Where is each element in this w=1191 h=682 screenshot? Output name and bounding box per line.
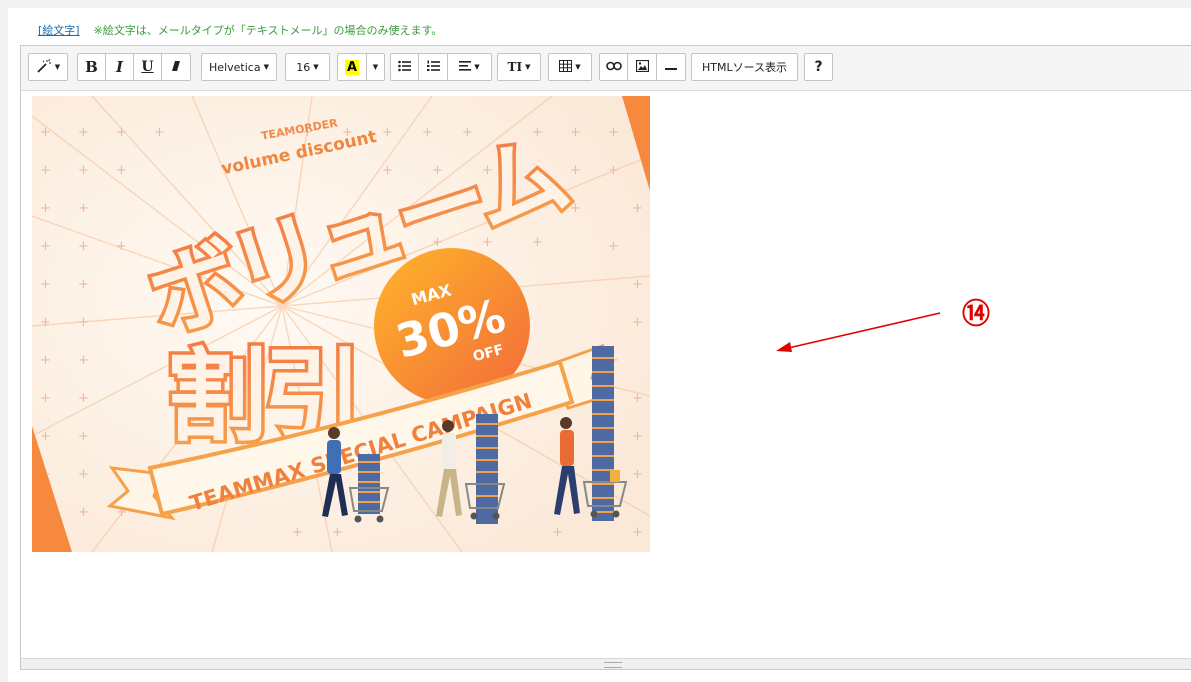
annotation-arrow-line — [783, 312, 941, 350]
annotation-arrowhead-icon — [776, 342, 792, 352]
annotation-overlay: ⑭ — [776, 297, 990, 352]
annotation-number: ⑭ — [962, 297, 990, 330]
